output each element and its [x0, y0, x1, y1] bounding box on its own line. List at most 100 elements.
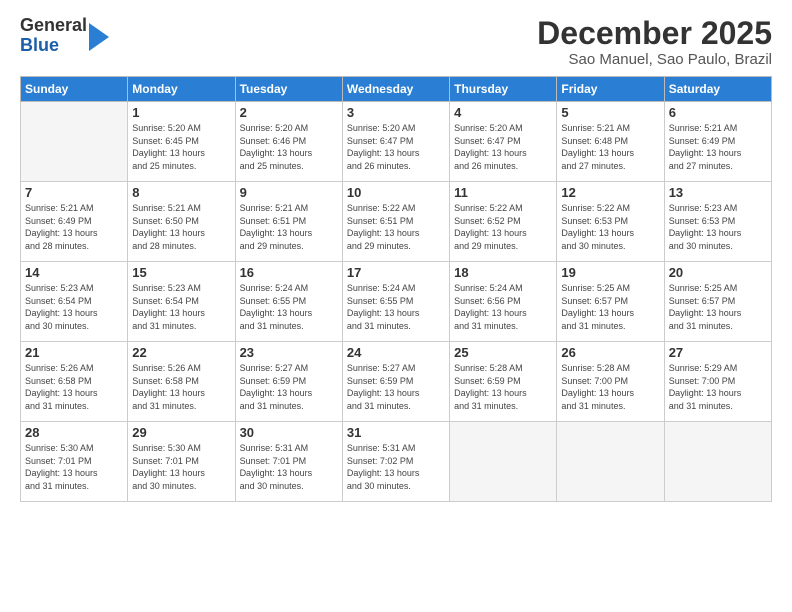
day-number: 29: [132, 425, 230, 440]
table-row: 21 Sunrise: 5:26 AM Sunset: 6:58 PM Dayli…: [21, 342, 128, 422]
day-number: 27: [669, 345, 767, 360]
table-row: 16Sunrise: 5:24 AM Sunset: 6:55 PM Dayli…: [235, 262, 342, 342]
day-number: 4: [454, 105, 552, 120]
day-number: 3: [347, 105, 445, 120]
day-info: Sunrise: 5:30 AM Sunset: 7:01 PM Dayligh…: [25, 442, 123, 492]
table-row: 27 Sunrise: 5:29 AM Sunset: 7:00 PM Dayli…: [664, 342, 771, 422]
day-number: 11: [454, 185, 552, 200]
day-info: Sunrise: 5:21 AM Sunset: 6:50 PM Dayligh…: [132, 202, 230, 252]
day-number: 21: [25, 345, 123, 360]
day-number: 31: [347, 425, 445, 440]
day-info: Sunrise: 5:28 AM Sunset: 7:00 PM Dayligh…: [561, 362, 659, 412]
table-row: 19Sunrise: 5:25 AM Sunset: 6:57 PM Dayli…: [557, 262, 664, 342]
day-info: Sunrise: 5:26 AM Sunset: 6:58 PM Dayligh…: [25, 362, 123, 412]
day-info: Sunrise: 5:23 AM Sunset: 6:54 PM Dayligh…: [25, 282, 123, 332]
header-monday: Monday: [128, 77, 235, 102]
table-row: 11 Sunrise: 5:22 AM Sunset: 6:52 PM Dayli…: [450, 182, 557, 262]
header: General Blue December 2025 Sao Manuel, S…: [20, 16, 772, 68]
day-number: 9: [240, 185, 338, 200]
day-info: Sunrise: 5:20 AM Sunset: 6:46 PM Dayligh…: [240, 122, 338, 172]
table-row: 1 Sunrise: 5:20 AM Sunset: 6:45 PM Daylig…: [128, 102, 235, 182]
table-row: 7Sunrise: 5:21 AM Sunset: 6:49 PM Daylig…: [21, 182, 128, 262]
day-info: Sunrise: 5:21 AM Sunset: 6:51 PM Dayligh…: [240, 202, 338, 252]
header-wednesday: Wednesday: [342, 77, 449, 102]
day-number: 24: [347, 345, 445, 360]
logo: General Blue: [20, 16, 109, 56]
header-friday: Friday: [557, 77, 664, 102]
table-row: 31 Sunrise: 5:31 AM Sunset: 7:02 PM Dayli…: [342, 422, 449, 502]
day-number: 15: [132, 265, 230, 280]
table-row: 15 Sunrise: 5:23 AM Sunset: 6:54 PM Dayli…: [128, 262, 235, 342]
day-info: Sunrise: 5:27 AM Sunset: 6:59 PM Dayligh…: [240, 362, 338, 412]
table-row: 30 Sunrise: 5:31 AM Sunset: 7:01 PM Dayli…: [235, 422, 342, 502]
day-info: Sunrise: 5:23 AM Sunset: 6:54 PM Dayligh…: [132, 282, 230, 332]
day-info: Sunrise: 5:20 AM Sunset: 6:45 PM Dayligh…: [132, 122, 230, 172]
table-row: 25 Sunrise: 5:28 AM Sunset: 6:59 PM Dayli…: [450, 342, 557, 422]
day-number: 23: [240, 345, 338, 360]
day-info: Sunrise: 5:22 AM Sunset: 6:51 PM Dayligh…: [347, 202, 445, 252]
logo-text: General Blue: [20, 16, 87, 56]
calendar-week-row: 7Sunrise: 5:21 AM Sunset: 6:49 PM Daylig…: [21, 182, 772, 262]
day-info: Sunrise: 5:22 AM Sunset: 6:52 PM Dayligh…: [454, 202, 552, 252]
table-row: 6 Sunrise: 5:21 AM Sunset: 6:49 PM Daylig…: [664, 102, 771, 182]
table-row: 24 Sunrise: 5:27 AM Sunset: 6:59 PM Dayli…: [342, 342, 449, 422]
day-number: 10: [347, 185, 445, 200]
day-number: 5: [561, 105, 659, 120]
table-row: 10 Sunrise: 5:22 AM Sunset: 6:51 PM Dayli…: [342, 182, 449, 262]
day-number: 22: [132, 345, 230, 360]
header-sunday: Sunday: [21, 77, 128, 102]
calendar-week-row: 28Sunrise: 5:30 AM Sunset: 7:01 PM Dayli…: [21, 422, 772, 502]
day-info: Sunrise: 5:29 AM Sunset: 7:00 PM Dayligh…: [669, 362, 767, 412]
table-row: 23 Sunrise: 5:27 AM Sunset: 6:59 PM Dayli…: [235, 342, 342, 422]
day-number: 25: [454, 345, 552, 360]
table-row: [450, 422, 557, 502]
day-number: 30: [240, 425, 338, 440]
table-row: 5 Sunrise: 5:21 AM Sunset: 6:48 PM Daylig…: [557, 102, 664, 182]
day-number: 18: [454, 265, 552, 280]
table-row: [664, 422, 771, 502]
day-number: 6: [669, 105, 767, 120]
day-info: Sunrise: 5:27 AM Sunset: 6:59 PM Dayligh…: [347, 362, 445, 412]
calendar-week-row: 21 Sunrise: 5:26 AM Sunset: 6:58 PM Dayli…: [21, 342, 772, 422]
day-info: Sunrise: 5:24 AM Sunset: 6:56 PM Dayligh…: [454, 282, 552, 332]
day-number: 26: [561, 345, 659, 360]
calendar-week-row: 14 Sunrise: 5:23 AM Sunset: 6:54 PM Dayli…: [21, 262, 772, 342]
calendar-week-row: 1 Sunrise: 5:20 AM Sunset: 6:45 PM Daylig…: [21, 102, 772, 182]
day-number: 2: [240, 105, 338, 120]
day-number: 8: [132, 185, 230, 200]
day-info: Sunrise: 5:21 AM Sunset: 6:49 PM Dayligh…: [25, 202, 123, 252]
day-number: 17: [347, 265, 445, 280]
table-row: [21, 102, 128, 182]
day-number: 16: [240, 265, 338, 280]
table-row: 26 Sunrise: 5:28 AM Sunset: 7:00 PM Dayli…: [557, 342, 664, 422]
day-number: 14: [25, 265, 123, 280]
day-number: 20: [669, 265, 767, 280]
subtitle: Sao Manuel, Sao Paulo, Brazil: [537, 51, 772, 68]
day-info: Sunrise: 5:21 AM Sunset: 6:48 PM Dayligh…: [561, 122, 659, 172]
day-info: Sunrise: 5:20 AM Sunset: 6:47 PM Dayligh…: [454, 122, 552, 172]
day-info: Sunrise: 5:21 AM Sunset: 6:49 PM Dayligh…: [669, 122, 767, 172]
header-thursday: Thursday: [450, 77, 557, 102]
day-number: 13: [669, 185, 767, 200]
day-number: 1: [132, 105, 230, 120]
table-row: 17Sunrise: 5:24 AM Sunset: 6:55 PM Dayli…: [342, 262, 449, 342]
day-info: Sunrise: 5:30 AM Sunset: 7:01 PM Dayligh…: [132, 442, 230, 492]
logo-arrow-icon: [89, 23, 109, 51]
title-block: December 2025 Sao Manuel, Sao Paulo, Bra…: [537, 16, 772, 68]
main-title: December 2025: [537, 16, 772, 51]
calendar-header-row: Sunday Monday Tuesday Wednesday Thursday…: [21, 77, 772, 102]
day-info: Sunrise: 5:23 AM Sunset: 6:53 PM Dayligh…: [669, 202, 767, 252]
day-info: Sunrise: 5:25 AM Sunset: 6:57 PM Dayligh…: [561, 282, 659, 332]
table-row: 29 Sunrise: 5:30 AM Sunset: 7:01 PM Dayli…: [128, 422, 235, 502]
table-row: 3 Sunrise: 5:20 AM Sunset: 6:47 PM Daylig…: [342, 102, 449, 182]
table-row: 13 Sunrise: 5:23 AM Sunset: 6:53 PM Dayli…: [664, 182, 771, 262]
day-info: Sunrise: 5:28 AM Sunset: 6:59 PM Dayligh…: [454, 362, 552, 412]
table-row: 14 Sunrise: 5:23 AM Sunset: 6:54 PM Dayli…: [21, 262, 128, 342]
table-row: 18 Sunrise: 5:24 AM Sunset: 6:56 PM Dayli…: [450, 262, 557, 342]
day-info: Sunrise: 5:31 AM Sunset: 7:02 PM Dayligh…: [347, 442, 445, 492]
table-row: [557, 422, 664, 502]
day-info: Sunrise: 5:20 AM Sunset: 6:47 PM Dayligh…: [347, 122, 445, 172]
day-info: Sunrise: 5:25 AM Sunset: 6:57 PM Dayligh…: [669, 282, 767, 332]
day-info: Sunrise: 5:31 AM Sunset: 7:01 PM Dayligh…: [240, 442, 338, 492]
page: General Blue December 2025 Sao Manuel, S…: [0, 0, 792, 612]
